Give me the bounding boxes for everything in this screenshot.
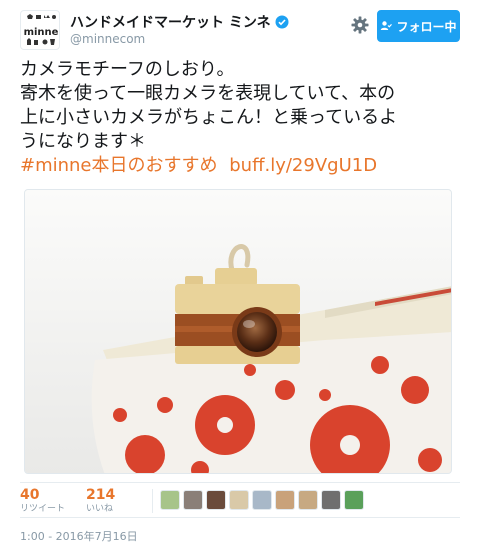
camera-bookmark-photo xyxy=(25,190,451,473)
tweet-line: カメラモチーフのしおり。 xyxy=(20,59,235,80)
tweet-timestamp[interactable]: 1:00 - 2016年7月16日 xyxy=(20,528,138,544)
verified-badge-icon xyxy=(275,15,289,29)
avatar[interactable]: minne xyxy=(20,10,60,50)
retweet-label: リツイート xyxy=(20,504,66,514)
liker-avatar[interactable] xyxy=(252,490,272,510)
tweet-line: 上に小さいカメラがちょこん！と乗っているよ xyxy=(20,107,398,128)
avatar-logo-text: minne xyxy=(24,27,59,38)
tweet-links-line: #minne本日のおすすめ buff.ly/29VgU1D xyxy=(20,154,460,178)
liker-avatar[interactable] xyxy=(321,490,341,510)
url-link[interactable]: buff.ly/29VgU1D xyxy=(229,155,377,176)
follow-button[interactable]: フォロー中 xyxy=(377,10,460,42)
liker-avatar[interactable] xyxy=(298,490,318,510)
liker-avatar[interactable] xyxy=(229,490,249,510)
liker-avatar[interactable] xyxy=(206,490,226,510)
hashtag-link[interactable]: #minne本日のおすすめ xyxy=(20,155,218,176)
minne-logo: minne xyxy=(24,14,59,45)
tweet-photo[interactable] xyxy=(24,189,452,474)
retweet-stat[interactable]: 40 リツイート xyxy=(20,487,65,515)
liker-avatar[interactable] xyxy=(160,490,180,510)
tweet-line: うになります＊ xyxy=(20,131,146,152)
screen-name[interactable]: @minnecom xyxy=(70,32,145,46)
liker-avatar[interactable] xyxy=(275,490,295,510)
retweet-count: 40 xyxy=(20,487,40,503)
divider xyxy=(152,489,153,513)
tweet-line: 寄木を使って一眼カメラを表現していて、本の xyxy=(20,83,396,104)
liker-avatars xyxy=(160,490,364,510)
tweet-text: カメラモチーフのしおり。 寄木を使って一眼カメラを表現していて、本の 上に小さい… xyxy=(20,58,460,178)
like-label: いいね xyxy=(86,504,114,514)
liker-avatar[interactable] xyxy=(183,490,203,510)
display-name[interactable]: ハンドメイドマーケット ミンネ xyxy=(70,12,271,32)
tweet-header: minne ハンドメイドマーケット ミンネ @minnecom フォロー中 xyxy=(20,10,460,50)
tweet-stats: 40 リツイート 214 いいね xyxy=(20,482,460,518)
follow-button-label: フォロー中 xyxy=(396,19,457,34)
liker-avatar[interactable] xyxy=(344,490,364,510)
like-stat[interactable]: 214 いいね xyxy=(86,487,115,515)
like-count: 214 xyxy=(86,487,116,503)
name-row: ハンドメイドマーケット ミンネ xyxy=(70,12,289,32)
user-check-icon xyxy=(381,21,393,30)
gear-icon[interactable] xyxy=(350,15,370,35)
